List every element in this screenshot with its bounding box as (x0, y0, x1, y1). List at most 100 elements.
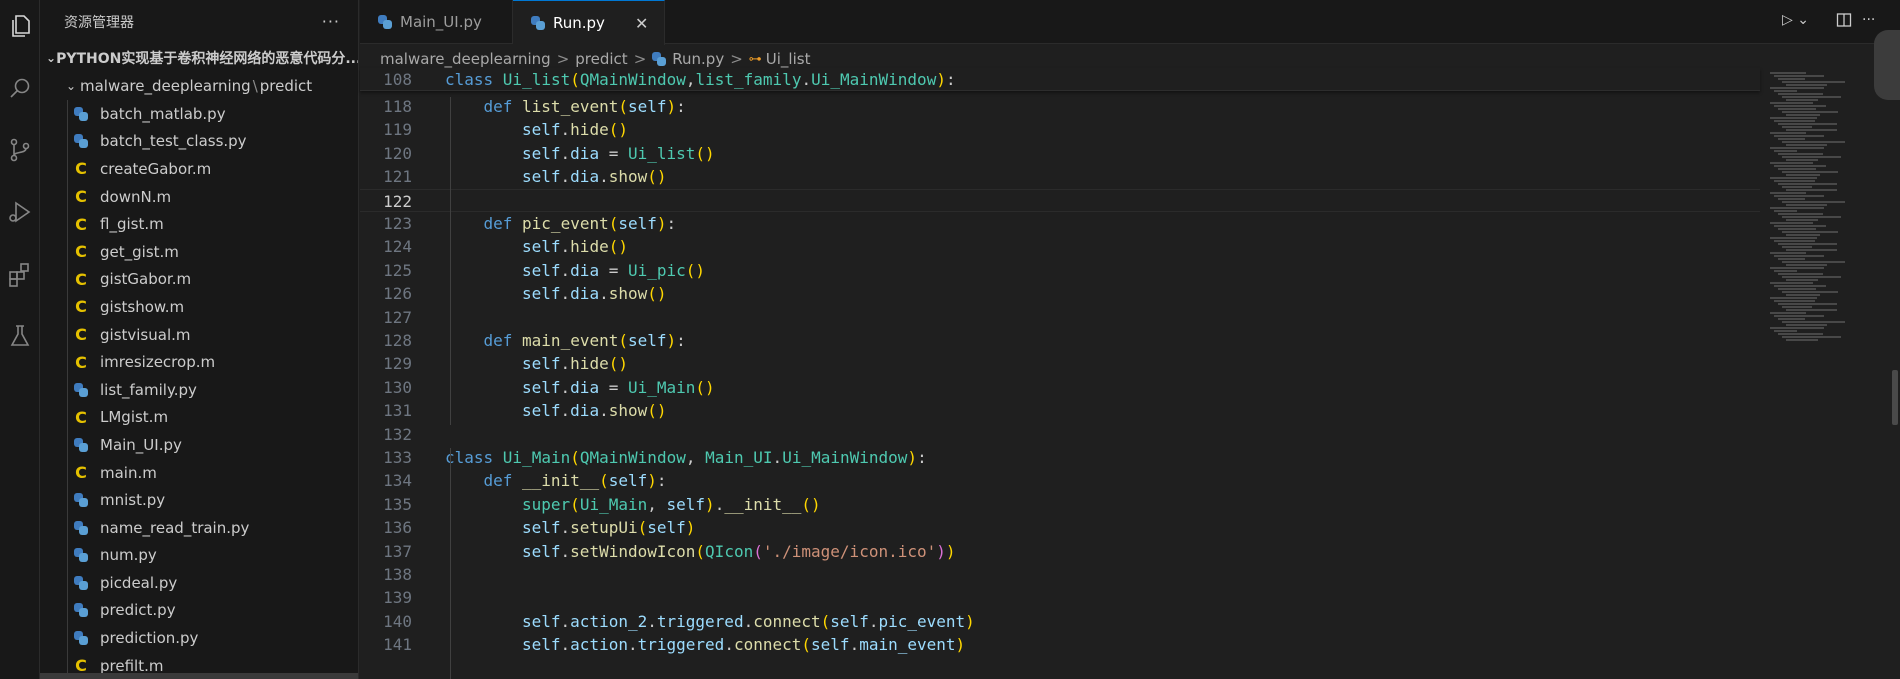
breadcrumb-item[interactable]: malware_deeplearning (380, 50, 551, 68)
run-python-icon[interactable]: ▷ ⌄ (1782, 12, 1809, 28)
code-line[interactable]: 124 self.hide() (360, 235, 1760, 258)
minimap-line (1770, 327, 1824, 329)
file-item[interactable]: list_family.py (40, 376, 358, 404)
code-line[interactable]: 119 self.hide() (360, 118, 1760, 141)
code-line[interactable]: 134 def __init__(self): (360, 469, 1760, 492)
code-line[interactable]: 128 def main_event(self): (360, 329, 1760, 352)
code-line[interactable]: 135 super(Ui_Main, self).__init__() (360, 493, 1760, 516)
tab-main-ui[interactable]: Main_UI.py (360, 0, 513, 44)
code-token: . (599, 401, 609, 421)
code-token: () (801, 494, 821, 514)
code-line[interactable]: 126 self.dia.show() (360, 282, 1760, 305)
file-item[interactable]: name_read_train.py (40, 514, 358, 542)
python-file-icon (70, 603, 92, 618)
file-item[interactable]: Cimresizecrop.m (40, 348, 358, 376)
code-editor[interactable]: 108 class Ui_list(QMainWindow,list_family… (360, 68, 1760, 679)
code-token: ) (666, 96, 677, 116)
breadcrumb-item[interactable]: Ui_list (766, 50, 811, 68)
minimap-line (1786, 249, 1838, 251)
code-text: self.action.triggered.connect(self.main_… (522, 633, 965, 656)
file-item[interactable]: Main_UI.py (40, 431, 358, 459)
minimap-line (1778, 303, 1838, 305)
code-token: ) (955, 635, 966, 655)
file-item[interactable]: CdownN.m (40, 183, 358, 211)
code-token: . (560, 120, 571, 140)
code-line[interactable]: 123 def pic_event(self): (360, 212, 1760, 235)
file-name: createGabor.m (100, 159, 212, 178)
minimap[interactable] (1760, 70, 1885, 679)
tab-run[interactable]: Run.py ✕ (513, 0, 665, 45)
file-item[interactable]: picdeal.py (40, 569, 358, 597)
minimap-line (1782, 216, 1841, 218)
file-item[interactable]: C LMgist.m (40, 404, 358, 432)
sidebar-toggle-handle[interactable] (1874, 30, 1900, 100)
minimap-line (1778, 213, 1823, 215)
editor-more-icon[interactable]: ··· (1862, 12, 1875, 28)
code-line[interactable]: 133 class Ui_Main(QMainWindow, Main_UI.Ui… (360, 446, 1760, 469)
editor-scrollbar[interactable] (1892, 370, 1898, 425)
code-token: './image/icon.ico' (762, 541, 937, 561)
file-item[interactable]: Cfl_gist.m (40, 210, 358, 238)
code-line[interactable]: 139 (360, 586, 1760, 609)
code-token: Ui_Main (579, 494, 648, 514)
code-line[interactable]: 129 self.hide() (360, 352, 1760, 375)
code-line[interactable]: 108 class Ui_list(QMainWindow,list_family… (360, 68, 1760, 91)
matlab-file-icon: C (75, 242, 87, 262)
code-line[interactable]: 125 self.dia = Ui_pic() (360, 259, 1760, 282)
code-line[interactable]: 131 self.dia.show() (360, 399, 1760, 422)
file-item[interactable]: CcreateGabor.m (40, 155, 358, 183)
file-name: batch_matlab.py (100, 104, 226, 123)
folder-predict[interactable]: ⌄ malware_deeplearning \ predict (40, 72, 358, 100)
file-item[interactable]: num.py (40, 542, 358, 570)
source-control-icon[interactable] (0, 132, 40, 168)
code-token: = (599, 377, 628, 397)
file-item[interactable]: batch_test_class.py (40, 128, 358, 156)
file-item[interactable]: Cget_gist.m (40, 238, 358, 266)
testing-icon[interactable] (0, 318, 40, 354)
code-line[interactable]: 127 (360, 306, 1760, 329)
code-line[interactable]: 138 (360, 563, 1760, 586)
file-item[interactable]: predict.py (40, 597, 358, 625)
file-item[interactable]: Cmain.m (40, 459, 358, 487)
code-token: ( (570, 494, 580, 514)
breadcrumb-item[interactable]: predict (575, 50, 627, 68)
matlab-file-icon: C (75, 269, 87, 289)
code-token: self (618, 213, 657, 233)
file-item[interactable]: batch_matlab.py (40, 100, 358, 128)
code-token: . (647, 611, 657, 631)
code-line[interactable]: 132 (360, 423, 1760, 446)
breadcrumb-item[interactable]: Run.py (672, 50, 724, 68)
explorer-icon[interactable] (0, 8, 40, 44)
code-line[interactable]: 141 self.action.triggered.connect(self.ma… (360, 633, 1760, 656)
file-item[interactable]: Cgistvisual.m (40, 321, 358, 349)
code-token: Ui_Main (627, 377, 696, 397)
code-line[interactable]: 118 def list_event(self): (360, 95, 1760, 118)
code-line[interactable]: 120 self.dia = Ui_list() (360, 142, 1760, 165)
code-token: self (522, 541, 561, 561)
close-tab-icon[interactable]: ✕ (635, 14, 648, 33)
file-item[interactable]: Cgistshow.m (40, 293, 358, 321)
code-line[interactable]: 140 self.action_2.triggered.connect(self.… (360, 610, 1760, 633)
indent-guide (450, 97, 451, 425)
python-file-icon (70, 575, 92, 590)
run-debug-icon[interactable] (0, 194, 40, 230)
search-icon[interactable] (0, 70, 40, 106)
more-actions-icon[interactable]: ··· (322, 12, 340, 31)
split-editor-icon[interactable] (1836, 12, 1852, 32)
extensions-icon[interactable] (0, 256, 40, 292)
code-token: QIcon (705, 541, 754, 561)
sidebar-scrollbar[interactable] (40, 673, 358, 679)
file-item[interactable]: CgistGabor.m (40, 266, 358, 294)
minimap-line (1778, 123, 1838, 125)
code-token: connect (753, 611, 821, 631)
code-line[interactable]: 121 self.dia.show() (360, 165, 1760, 188)
file-item[interactable]: mnist.py (40, 486, 358, 514)
code-token: . (560, 611, 571, 631)
code-line[interactable]: 122 (360, 188, 1760, 212)
code-line[interactable]: 130 self.dia = Ui_Main() (360, 376, 1760, 399)
workspace-folder[interactable]: ⌄ PYTHON实现基于卷积神经网络的恶意代码分... (40, 44, 358, 72)
code-line[interactable]: 137 self.setWindowIcon(QIcon('./image/ico… (360, 540, 1760, 563)
code-line[interactable]: 136 self.setupUi(self) (360, 516, 1760, 539)
file-item[interactable]: prediction.py (40, 624, 358, 652)
code-text: def pic_event(self): (484, 212, 677, 235)
